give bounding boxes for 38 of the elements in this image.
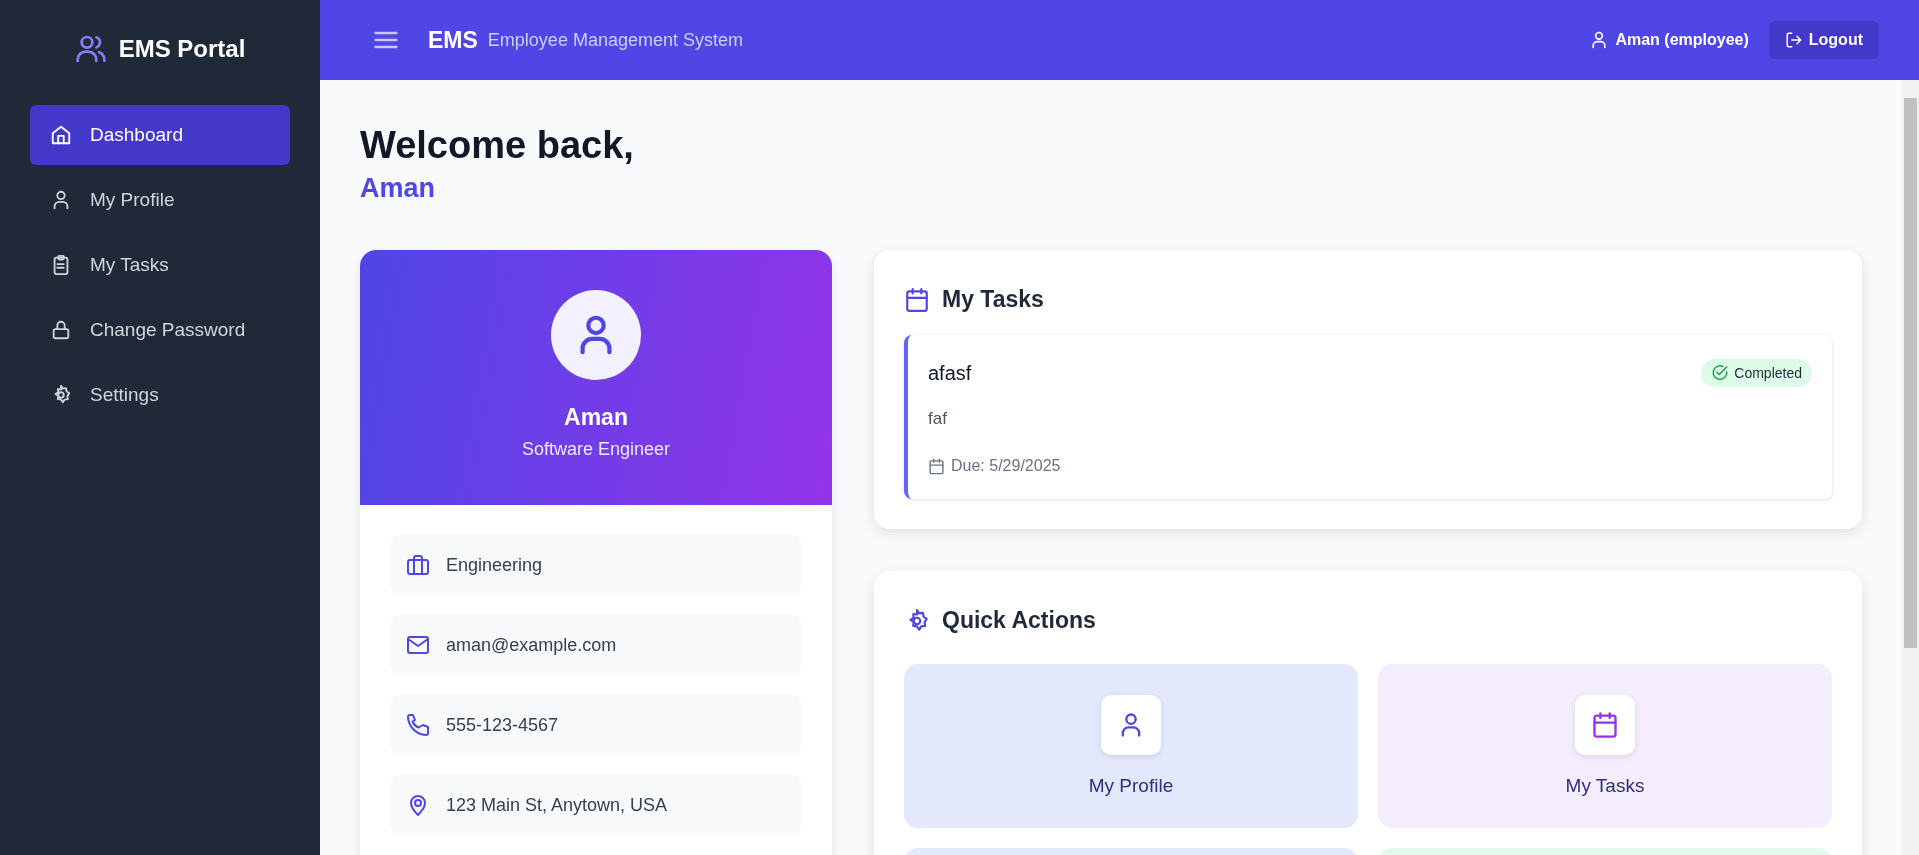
phone-icon (406, 713, 430, 737)
check-circle-icon (1711, 364, 1730, 382)
welcome-name: Aman (360, 173, 436, 204)
lock-icon (50, 319, 72, 341)
task-title: afasf (928, 361, 972, 385)
welcome-title: Welcome back, (360, 124, 635, 167)
detail-text: Engineering (446, 554, 543, 576)
detail-text: 123 Main St, Anytown, USA (446, 794, 668, 816)
sidebar-item[interactable]: Change Password (30, 300, 290, 360)
sidebar-item[interactable]: Dashboard (30, 105, 290, 165)
calendar-icon (904, 286, 930, 313)
sidebar-item[interactable]: Settings (30, 365, 290, 425)
card-title: Quick Actions (942, 607, 1096, 634)
due-date: Due: 5/29/2025 (951, 457, 1061, 475)
quick-action-tile[interactable]: My Profile (904, 664, 1358, 828)
briefcase-icon (406, 553, 430, 577)
app-logo: EMS (428, 26, 478, 54)
card-title: My Tasks (942, 286, 1044, 313)
logout-icon (1784, 31, 1803, 49)
mail-icon (406, 633, 430, 657)
task-description: faf (928, 409, 948, 429)
brand-name: EMS Portal (118, 34, 246, 63)
quick-action-tile[interactable]: My Tasks (1378, 664, 1832, 828)
logout-button[interactable]: Logout (1768, 21, 1879, 59)
calendar-icon (928, 457, 945, 475)
home-icon (50, 124, 72, 146)
scrollbar-thumb[interactable] (1904, 98, 1917, 648)
task-item[interactable]: afasf Completed faf Due: 5/29/2025 (904, 335, 1832, 499)
profile-role: Software Engineer (521, 439, 671, 460)
sidebar-item[interactable]: My Profile (30, 170, 290, 230)
status-badge: Completed (1701, 359, 1812, 387)
detail-text: aman@example.com (446, 634, 617, 656)
detail-text: 555-123-4567 (446, 714, 559, 736)
user-name: Aman (employee) (1615, 31, 1749, 49)
calendar-icon (1591, 711, 1619, 739)
sidebar-item[interactable]: My Tasks (30, 235, 290, 295)
app-subtitle: Employee Management System (487, 29, 743, 51)
profile-name: Aman (564, 404, 628, 431)
